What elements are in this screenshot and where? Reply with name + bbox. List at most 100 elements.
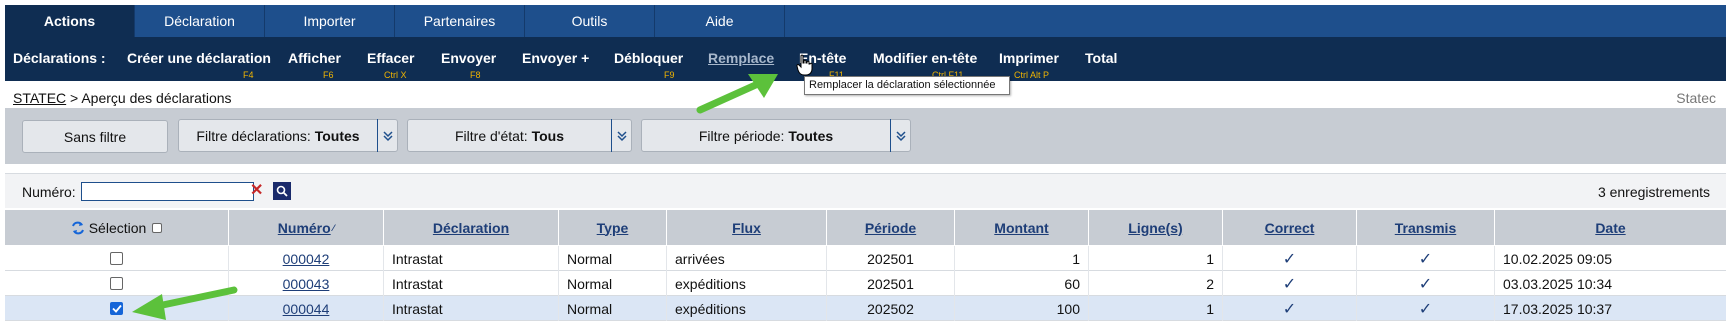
- transmitted-check-icon: ✓: [1357, 246, 1495, 271]
- numero-cell: 000043: [229, 271, 384, 296]
- numero-link[interactable]: 000043: [283, 276, 330, 292]
- transmitted-check-icon: ✓: [1357, 271, 1495, 296]
- send-button[interactable]: Envoyer: [441, 50, 496, 66]
- header-correct[interactable]: Correct: [1223, 210, 1357, 245]
- search-icon: [276, 185, 288, 197]
- periode-cell: 202502: [827, 296, 955, 321]
- period-filter[interactable]: Filtre période: Toutes: [641, 119, 911, 152]
- state-filter-text: Filtre d'état: Tous: [408, 128, 611, 144]
- lignes-cell: 1: [1089, 296, 1223, 321]
- search-button[interactable]: [273, 182, 291, 200]
- header-type[interactable]: Type: [559, 210, 667, 245]
- header-periode[interactable]: Période: [827, 210, 955, 245]
- breadcrumb-current: > Aperçu des déclarations: [70, 90, 232, 106]
- print-button[interactable]: Imprimer: [999, 50, 1059, 66]
- header-date[interactable]: Date: [1495, 210, 1726, 245]
- declarations-filter[interactable]: Filtre déclarations: Toutes: [178, 119, 398, 152]
- header-correct-label[interactable]: Correct: [1265, 220, 1315, 236]
- periode-cell: 202501: [827, 246, 955, 271]
- list-toolbar: Numéro: ✕ 3 enregistrements: [5, 173, 1726, 208]
- numero-link[interactable]: 000044: [283, 301, 330, 317]
- table-row[interactable]: 000042 Intrastat Normal arrivées 202501 …: [5, 246, 1726, 271]
- montant-cell: 1: [955, 246, 1089, 271]
- breadcrumb: STATEC > Aperçu des déclarations: [13, 90, 232, 106]
- table-row-selected[interactable]: 000044 Intrastat Normal expéditions 2025…: [5, 296, 1726, 321]
- header-numero-label[interactable]: Numéro: [278, 220, 331, 236]
- header-date-label[interactable]: Date: [1595, 220, 1625, 236]
- select-all-checkbox[interactable]: [152, 222, 163, 233]
- tab-aide[interactable]: Aide: [655, 5, 785, 37]
- row-checkbox[interactable]: [110, 252, 123, 265]
- header-lignes[interactable]: Ligne(s): [1089, 210, 1223, 245]
- refresh-icon[interactable]: [71, 220, 85, 236]
- tab-partenaires[interactable]: Partenaires: [395, 5, 525, 37]
- numero-link[interactable]: 000042: [283, 251, 330, 267]
- clear-icon[interactable]: ✕: [250, 183, 263, 199]
- header-declaration[interactable]: Déclaration: [384, 210, 559, 245]
- tab-outils[interactable]: Outils: [525, 5, 655, 37]
- montant-cell: 60: [955, 271, 1089, 296]
- header-selection: Sélection: [5, 210, 229, 245]
- print-shortcut: Ctrl Alt P: [1014, 70, 1050, 80]
- create-declaration-button[interactable]: Créer une déclaration: [127, 50, 271, 66]
- delete-shortcut: Ctrl X: [384, 70, 407, 80]
- row-select-cell: [5, 246, 229, 271]
- numero-cell: 000044: [229, 296, 384, 321]
- hand-cursor-icon: [796, 54, 813, 76]
- date-cell: 03.03.2025 10:34: [1503, 275, 1612, 292]
- numero-cell: 000042: [229, 246, 384, 271]
- transmitted-check-icon: ✓: [1357, 296, 1495, 321]
- edit-header-button[interactable]: Modifier en-tête: [873, 50, 977, 66]
- periode-cell: 202501: [827, 271, 955, 296]
- date-cell: 10.02.2025 09:05: [1503, 250, 1612, 267]
- header-montant[interactable]: Montant: [955, 210, 1089, 245]
- header-lignes-label[interactable]: Ligne(s): [1128, 220, 1182, 236]
- no-filter-button[interactable]: Sans filtre: [22, 120, 168, 153]
- breadcrumb-statec-link[interactable]: STATEC: [13, 90, 66, 106]
- period-filter-label: Filtre période:: [698, 127, 785, 144]
- header-flux-label[interactable]: Flux: [732, 220, 761, 236]
- flux-cell: expéditions: [667, 296, 827, 321]
- filter-bar: Sans filtre Filtre déclarations: Toutes …: [5, 108, 1726, 164]
- record-count: 3 enregistrements: [1597, 184, 1710, 200]
- type-cell: Normal: [559, 246, 667, 271]
- top-tab-bar: Actions Déclaration Importer Partenaires…: [5, 5, 1726, 37]
- correct-check-icon: ✓: [1223, 296, 1357, 321]
- header-transmis[interactable]: Transmis: [1357, 210, 1495, 245]
- correct-check-icon: ✓: [1223, 271, 1357, 296]
- correct-check-icon: ✓: [1223, 246, 1357, 271]
- header-montant-label[interactable]: Montant: [994, 220, 1048, 236]
- show-shortcut: F6: [323, 70, 334, 80]
- header-selection-label: Sélection: [88, 219, 147, 236]
- declarations-filter-label: Filtre déclarations:: [196, 127, 311, 144]
- state-filter[interactable]: Filtre d'état: Tous: [407, 119, 632, 152]
- table-row[interactable]: 000043 Intrastat Normal expéditions 2025…: [5, 271, 1726, 296]
- unblock-button[interactable]: Débloquer: [614, 50, 683, 66]
- type-cell: Normal: [559, 271, 667, 296]
- header-declaration-label[interactable]: Déclaration: [433, 220, 509, 236]
- header-flux[interactable]: Flux: [667, 210, 827, 245]
- send-plus-button[interactable]: Envoyer +: [522, 50, 589, 66]
- tab-actions[interactable]: Actions: [5, 5, 135, 37]
- declaration-cell: Intrastat: [384, 246, 559, 271]
- header-periode-label[interactable]: Période: [865, 220, 916, 236]
- lignes-cell: 1: [1089, 246, 1223, 271]
- header-type-label[interactable]: Type: [597, 220, 629, 236]
- header-numero[interactable]: Numéro ⁄: [229, 210, 384, 245]
- header-transmis-label[interactable]: Transmis: [1395, 220, 1456, 236]
- number-search-label: Numéro:: [22, 184, 76, 200]
- total-button[interactable]: Total: [1085, 50, 1117, 66]
- lignes-cell: 2: [1089, 271, 1223, 296]
- declaration-cell: Intrastat: [384, 296, 559, 321]
- send-shortcut: F8: [470, 70, 481, 80]
- tab-declaration[interactable]: Déclaration: [135, 5, 265, 37]
- type-cell: Normal: [559, 296, 667, 321]
- number-search-input[interactable]: [81, 182, 254, 201]
- show-button[interactable]: Afficher: [288, 50, 341, 66]
- create-shortcut: F4: [243, 70, 254, 80]
- replace-button[interactable]: Remplace: [708, 50, 774, 66]
- flux-cell: arrivées: [667, 246, 827, 271]
- tab-importer[interactable]: Importer: [265, 5, 395, 37]
- date-cell: 17.03.2025 10:37: [1503, 300, 1612, 317]
- delete-button[interactable]: Effacer: [367, 50, 414, 66]
